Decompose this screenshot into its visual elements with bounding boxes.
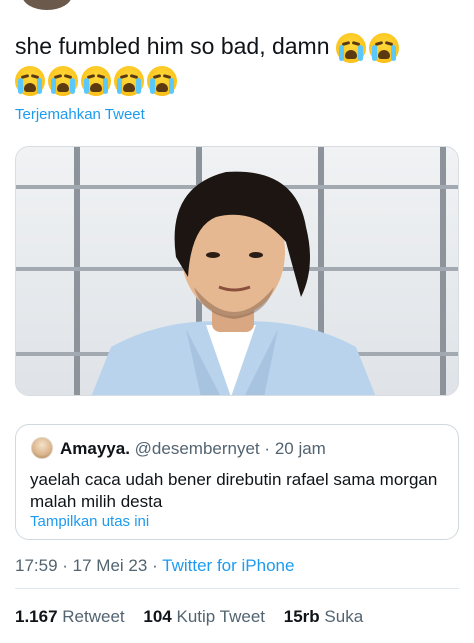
emoji-group-line1	[335, 32, 399, 63]
quoted-author-name: Amayya.	[60, 439, 130, 458]
quoted-author-avatar	[31, 437, 53, 459]
show-thread-link[interactable]: Tampilkan utas ini	[30, 513, 149, 530]
tweet-timestamp: 17:59 · 17 Mei 23 · Twitter for iPhone	[15, 556, 295, 575]
crying-face-emoji	[48, 65, 78, 96]
likes-stat[interactable]: 15rb Suka	[284, 607, 363, 627]
emoji-group-line2	[15, 65, 177, 96]
tweet-body: she fumbled him so bad, damn	[15, 30, 465, 96]
tweet-date: 17 Mei 23	[72, 556, 148, 575]
quotes-count: 104	[143, 607, 172, 626]
crying-face-emoji	[81, 65, 111, 96]
quoted-tweet-time: 20 jam	[274, 439, 326, 458]
retweets-label: Retweet	[62, 607, 125, 626]
portrait-figure	[91, 171, 376, 395]
quote-tweets-stat[interactable]: 104 Kutip Tweet	[143, 607, 265, 627]
tweet-source-link[interactable]: Twitter for iPhone	[162, 556, 294, 575]
likes-label: Suka	[324, 607, 364, 626]
translate-tweet-link[interactable]: Terjemahkan Tweet	[15, 106, 145, 123]
tweet-text: she fumbled him so bad, damn	[15, 33, 330, 59]
crying-face-emoji	[15, 65, 45, 96]
quoted-tweet-text: yaelah caca udah bener direbutin rafael …	[30, 470, 438, 511]
tweet-photo[interactable]	[15, 146, 459, 396]
divider	[15, 588, 459, 589]
author-avatar[interactable]	[22, 0, 72, 10]
retweets-count: 1.167	[15, 607, 58, 626]
crying-face-emoji	[335, 32, 366, 63]
quoted-tweet-card[interactable]: Amayya. @desembernyet · 20 jam yaelah ca…	[15, 424, 459, 540]
crying-face-emoji	[368, 32, 399, 63]
tweet-stats: 1.167 Retweet 104 Kutip Tweet 15rb Suka	[15, 607, 377, 627]
tweet-time: 17:59	[15, 556, 58, 575]
quoted-tweet-header: Amayya. @desembernyet · 20 jam	[60, 439, 326, 459]
retweets-stat[interactable]: 1.167 Retweet	[15, 607, 125, 627]
quoted-author-handle: @desembernyet	[134, 439, 260, 458]
quotes-label: Kutip Tweet	[176, 607, 266, 626]
crying-face-emoji	[147, 65, 177, 96]
crying-face-emoji	[114, 65, 144, 96]
header-separator: ·	[264, 439, 271, 458]
previous-tweet-header-fragment	[0, 0, 474, 12]
likes-count: 15rb	[283, 607, 320, 626]
